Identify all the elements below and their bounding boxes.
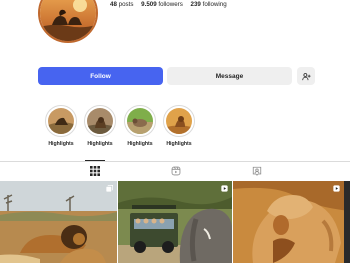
post-image	[0, 181, 117, 263]
follow-button[interactable]: Follow	[38, 67, 163, 85]
carousel-icon	[106, 185, 113, 192]
highlight-label: Highlights	[48, 141, 74, 147]
highlight-thumbnail	[163, 105, 195, 137]
person-add-icon	[301, 72, 311, 80]
reel-icon	[333, 185, 340, 192]
highlight-thumbnail	[45, 105, 77, 137]
suggested-accounts-button[interactable]	[297, 67, 315, 85]
posts-stat[interactable]: 48 posts	[110, 1, 133, 8]
followers-stat[interactable]: 9.509 followers	[141, 1, 183, 8]
active-tab-indicator	[85, 160, 105, 161]
highlight-label: Highlights	[87, 141, 113, 147]
highlight-item[interactable]: Highlights	[84, 105, 116, 147]
profile-stats: 48 posts 9.509 followers 239 following	[110, 1, 233, 8]
post-tile[interactable]	[118, 181, 232, 263]
post-tile[interactable]	[233, 181, 350, 263]
posts-grid	[0, 181, 350, 263]
highlight-item[interactable]: Highlights	[45, 105, 77, 147]
post-image	[233, 181, 350, 263]
highlight-item[interactable]: Highlights	[124, 105, 156, 147]
tagged-icon	[252, 166, 262, 176]
highlight-item[interactable]: Highlights	[163, 105, 195, 147]
tabs-divider	[0, 161, 350, 162]
reel-icon	[221, 185, 228, 192]
message-button[interactable]: Message	[167, 67, 292, 85]
following-stat[interactable]: 239 following	[191, 1, 227, 8]
highlight-label: Highlights	[166, 141, 192, 147]
tab-reels[interactable]	[168, 163, 184, 179]
tab-tagged[interactable]	[249, 163, 265, 179]
profile-avatar[interactable]	[38, 0, 98, 43]
reels-icon	[171, 166, 181, 176]
post-tile[interactable]	[0, 181, 117, 263]
highlight-label: Highlights	[127, 141, 153, 147]
post-image	[118, 181, 232, 263]
grid-icon	[90, 166, 100, 176]
tab-posts[interactable]	[87, 163, 103, 179]
highlight-thumbnail	[84, 105, 116, 137]
highlight-thumbnail	[124, 105, 156, 137]
